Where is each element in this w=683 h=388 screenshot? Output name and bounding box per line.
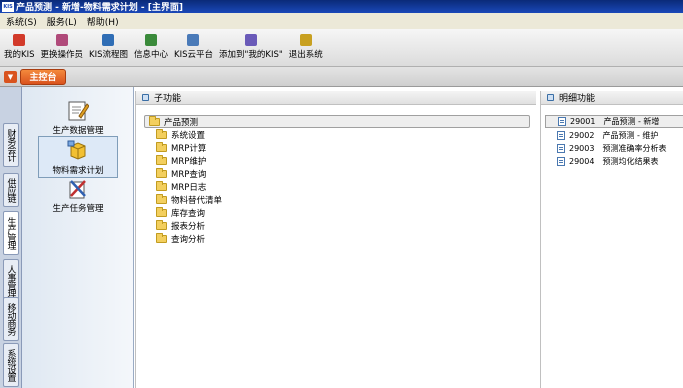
- folder-icon: [156, 129, 167, 139]
- add-to-my-kis-button[interactable]: 添加到"我的KIS": [219, 34, 283, 60]
- folder-icon: [156, 207, 167, 217]
- folder-product-forecast[interactable]: 产品预测: [144, 115, 530, 128]
- folder-material-substitute[interactable]: 物料替代清单: [156, 194, 222, 206]
- folder-icon: [156, 194, 167, 204]
- panel-bullet-icon: [142, 94, 149, 101]
- tab-production[interactable]: 生产管理: [3, 211, 19, 255]
- tab-supply-chain[interactable]: 供应链: [3, 173, 19, 207]
- folder-icon: [156, 220, 167, 230]
- tab-main-console[interactable]: 主控台: [20, 69, 66, 85]
- detail-item-29001[interactable]: 29001 产品预测 - 新增: [545, 115, 683, 128]
- toolbar: 我的KIS 更换操作员 KIS流程图 信息中心 KIS云平台 添加到"我的KIS…: [0, 29, 683, 67]
- chevron-down-icon[interactable]: ▼: [4, 71, 17, 83]
- mrp-icon: [67, 140, 86, 160]
- document-icon: [557, 143, 565, 153]
- module-nav-panel: 生产数据管理 物料需求计划 生产任务管理: [22, 87, 134, 388]
- title-bar: KIS 产品预测 - 新增-物料需求计划 - [主界面]: [0, 0, 683, 13]
- panel-bullet-icon: [547, 94, 554, 101]
- folder-icon: [156, 142, 167, 152]
- users-icon: [55, 34, 68, 46]
- detail-function-panel: 明细功能 29001 产品预测 - 新增 29002 产品预测 - 维护 290…: [540, 91, 683, 388]
- folder-icon: [156, 155, 167, 165]
- window-title: 产品预测 - 新增-物料需求计划 - [主界面]: [16, 3, 183, 13]
- switch-operator-button[interactable]: 更换操作员: [40, 34, 83, 60]
- detail-item-29004[interactable]: 29004 预测均化结果表: [557, 155, 658, 167]
- document-icon: [558, 117, 566, 126]
- production-task-icon: [69, 180, 86, 199]
- document-icon: [557, 156, 565, 166]
- folder-mrp-log[interactable]: MRP日志: [156, 181, 206, 193]
- star-icon: [13, 34, 26, 46]
- add-favorite-icon: [244, 34, 257, 46]
- kis-flowchart-button[interactable]: KIS流程图: [89, 34, 128, 60]
- menu-help[interactable]: 帮助(H): [87, 15, 119, 28]
- production-data-icon: [68, 101, 89, 121]
- folder-icon: [156, 233, 167, 243]
- my-kis-button[interactable]: 我的KIS: [4, 34, 34, 60]
- detail-item-29003[interactable]: 29003 预测准确率分析表: [557, 142, 666, 154]
- folder-mrp-query[interactable]: MRP查询: [156, 168, 206, 180]
- detail-item-29002[interactable]: 29002 产品预测 - 维护: [557, 129, 658, 141]
- sub-function-header: 子功能: [136, 91, 536, 105]
- tab-system-settings[interactable]: 系统设置: [3, 343, 19, 387]
- cloud-icon: [187, 34, 200, 46]
- folder-inventory-query[interactable]: 库存查询: [156, 207, 205, 219]
- message-center-button[interactable]: 信息中心: [134, 34, 168, 60]
- kis-cloud-button[interactable]: KIS云平台: [174, 34, 213, 60]
- tab-mobile-commerce[interactable]: 移动商务: [3, 297, 19, 341]
- folder-mrp-maintain[interactable]: MRP维护: [156, 155, 206, 167]
- menu-bar: 系统(S) 服务(L) 帮助(H): [0, 13, 683, 29]
- sub-function-panel: 子功能 产品预测 系统设置 MRP计算 MRP维护 MRP查询 MRP日志 物料…: [135, 91, 536, 388]
- detail-function-header: 明细功能: [541, 91, 683, 105]
- folder-mrp-calc[interactable]: MRP计算: [156, 142, 206, 154]
- folder-system-settings[interactable]: 系统设置: [156, 129, 205, 141]
- folder-icon: [156, 168, 167, 178]
- menu-system[interactable]: 系统(S): [6, 15, 37, 28]
- menu-service[interactable]: 服务(L): [47, 15, 77, 28]
- exit-icon: [299, 34, 312, 46]
- folder-report-analysis[interactable]: 报表分析: [156, 220, 205, 232]
- module-tab-strip: 财务会计 供应链 生产管理 人事管理 移动商务 系统设置: [0, 87, 22, 388]
- folder-icon: [156, 181, 167, 191]
- nav-production-data[interactable]: 生产数据管理: [38, 97, 118, 139]
- nav-mrp[interactable]: 物料需求计划: [38, 136, 118, 178]
- nav-production-task[interactable]: 生产任务管理: [38, 175, 118, 217]
- document-icon: [557, 130, 565, 140]
- kis-logo-icon: KIS: [2, 1, 14, 12]
- folder-open-icon: [149, 115, 160, 126]
- flowchart-icon: [102, 34, 115, 46]
- exit-system-button[interactable]: 退出系统: [289, 34, 323, 60]
- message-icon: [144, 34, 157, 46]
- tab-finance[interactable]: 财务会计: [3, 123, 19, 167]
- tab-strip: ▼ 主控台: [0, 67, 683, 87]
- folder-query-analysis[interactable]: 查询分析: [156, 233, 205, 245]
